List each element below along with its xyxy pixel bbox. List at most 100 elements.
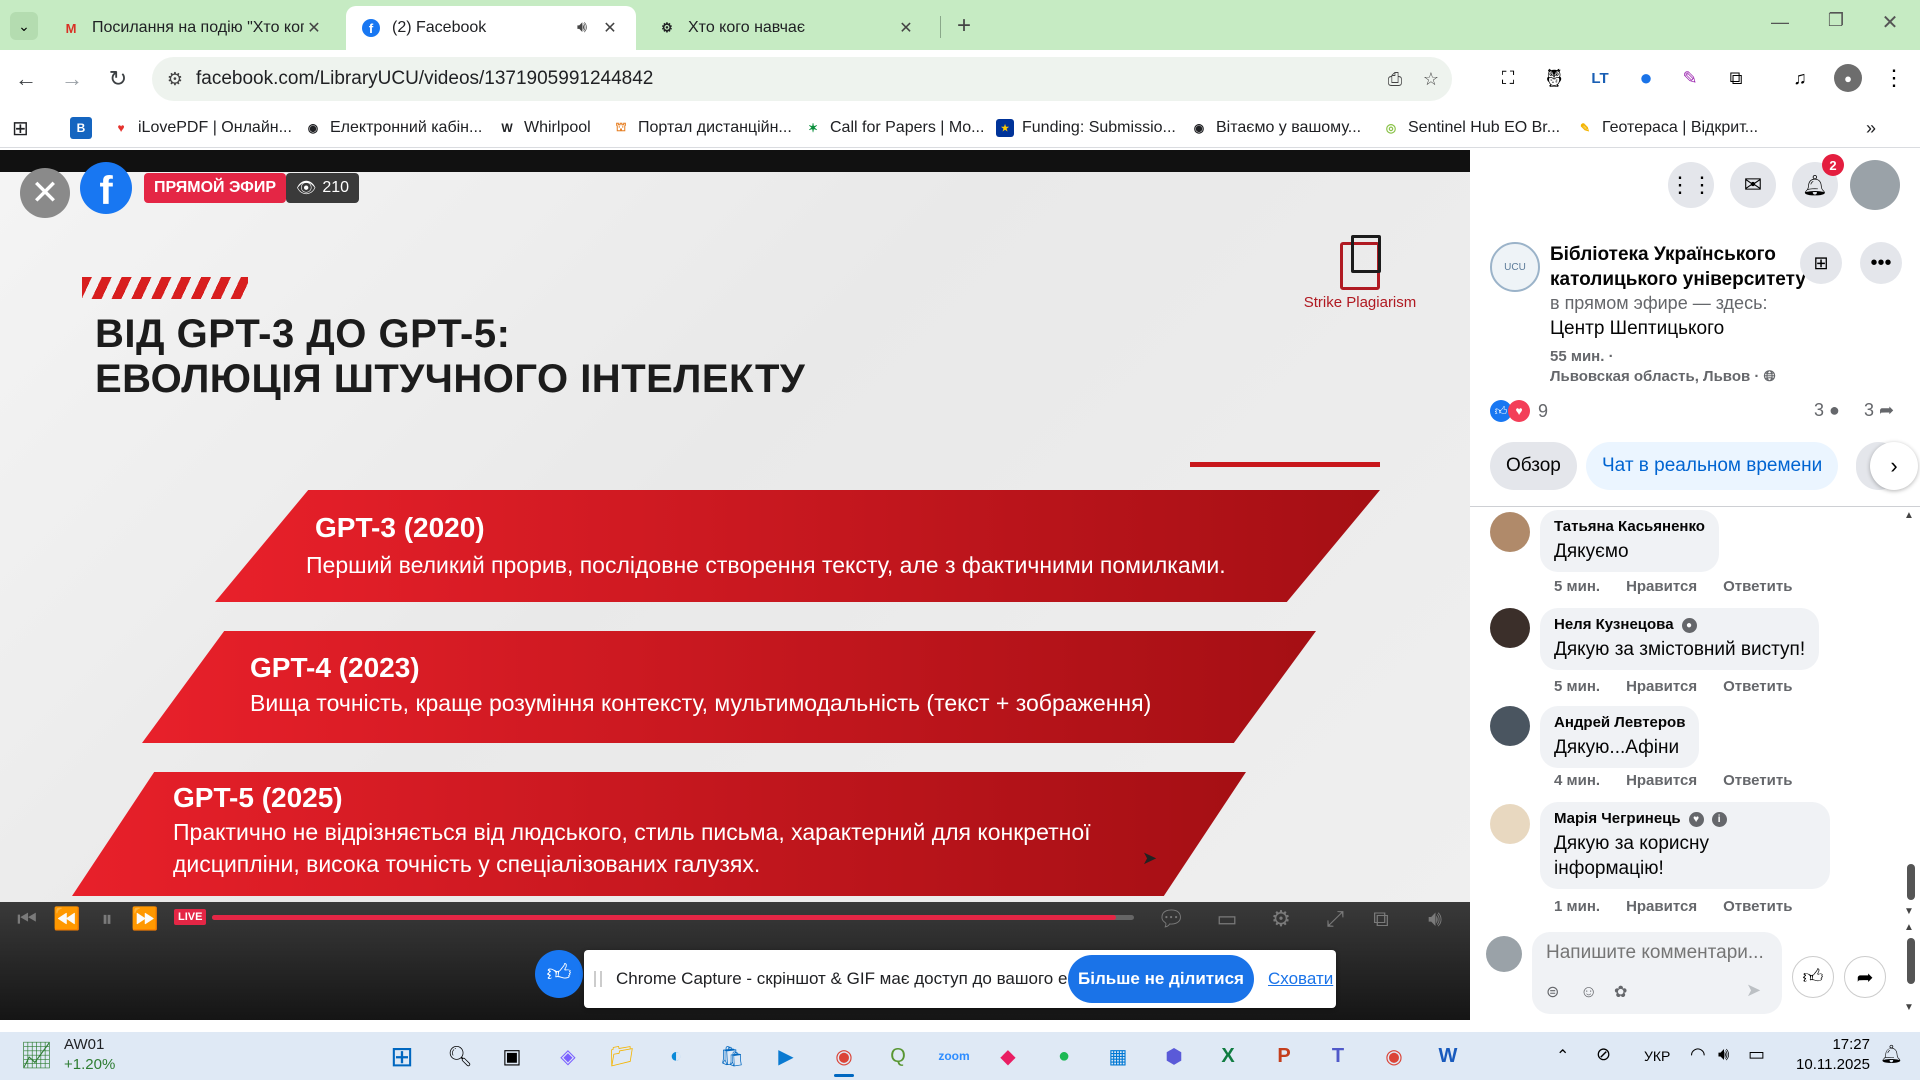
- comment-time[interactable]: 5 мин.: [1554, 678, 1600, 695]
- bookmark-ilovepdf[interactable]: ♥ iLovePDF | Онлайн...: [112, 115, 291, 141]
- wifi-icon[interactable]: ◠: [1690, 1044, 1706, 1065]
- tray-overflow-icon[interactable]: ⌃: [1556, 1046, 1569, 1066]
- reply-link[interactable]: Ответить: [1723, 898, 1792, 915]
- like-link[interactable]: Нравится: [1626, 772, 1697, 789]
- sticker-icon[interactable]: ✿: [1614, 982, 1627, 1002]
- reply-link[interactable]: Ответить: [1723, 772, 1792, 789]
- like-link[interactable]: Нравится: [1626, 898, 1697, 915]
- clips-icon[interactable]: ▭: [1212, 904, 1242, 934]
- qgis-icon[interactable]: Q: [880, 1038, 916, 1074]
- language-indicator[interactable]: УКР: [1644, 1048, 1670, 1064]
- volume-icon[interactable]: 🔊︎: [1420, 904, 1450, 934]
- chrome-profile-icon[interactable]: ◉: [1376, 1038, 1412, 1074]
- video-player[interactable]: Strike Plagiarism ВІД GPT-3 ДО GPT-5: ЕВ…: [0, 150, 1470, 1020]
- messenger-icon[interactable]: ✉: [1730, 162, 1776, 208]
- thumbs-up-icon[interactable]: 👍︎: [535, 950, 583, 998]
- comment-bubble-icon[interactable]: 💬︎: [1156, 904, 1186, 934]
- my-avatar[interactable]: [1486, 936, 1522, 972]
- video-editor-icon[interactable]: ▦: [1100, 1038, 1136, 1074]
- expand-icon[interactable]: ⤢: [1320, 904, 1350, 934]
- stop-sharing-button[interactable]: Більше не ділитися: [1068, 955, 1254, 1003]
- rewind-icon[interactable]: ⏪: [52, 904, 82, 934]
- bookmark-call-for-papers[interactable]: ✶ Call for Papers | Mo...: [804, 115, 984, 141]
- teams-icon[interactable]: T: [1320, 1038, 1356, 1074]
- facebook-logo[interactable]: f: [80, 162, 132, 214]
- excel-icon[interactable]: X: [1210, 1038, 1246, 1074]
- scroll-down-arrow-icon[interactable]: ▼: [1904, 1002, 1914, 1013]
- comment-author[interactable]: Марія Чегринець: [1554, 810, 1681, 827]
- emoji-icon[interactable]: ☺: [1580, 982, 1597, 1002]
- bookmark-funding[interactable]: ★ Funding: Submissio...: [996, 115, 1176, 141]
- stock-name[interactable]: AW01: [64, 1036, 104, 1053]
- more-bookmarks-icon[interactable]: »: [1866, 115, 1876, 141]
- close-icon[interactable]: ✕: [896, 18, 916, 38]
- page-avatar[interactable]: UCU: [1490, 242, 1540, 292]
- task-view-icon[interactable]: ▣: [494, 1038, 530, 1074]
- extension-owl-icon[interactable]: 🦉︎: [1540, 64, 1568, 92]
- reactions-row[interactable]: 👍︎ ♥ 9: [1490, 400, 1548, 422]
- search-icon[interactable]: 🔍︎: [442, 1038, 478, 1074]
- like-button[interactable]: 👍︎: [1792, 956, 1834, 998]
- comments-count[interactable]: 3 ●: [1814, 400, 1840, 421]
- avatar[interactable]: [1490, 706, 1530, 746]
- share-button[interactable]: ➦: [1844, 956, 1886, 998]
- pause-icon[interactable]: ⏸: [92, 904, 122, 934]
- avatar[interactable]: [1490, 512, 1530, 552]
- comment-author[interactable]: Неля Кузнецова: [1554, 616, 1674, 633]
- stock-chart-icon[interactable]: 📈︎: [20, 1040, 53, 1071]
- speaker-icon[interactable]: 🔊︎: [572, 19, 592, 37]
- extension-pen-icon[interactable]: ✎: [1676, 64, 1704, 92]
- comment-time[interactable]: 1 мин.: [1554, 898, 1600, 915]
- minimize-button[interactable]: —: [1760, 12, 1800, 36]
- spotify-icon[interactable]: ●: [1046, 1038, 1082, 1074]
- menu-grid-icon[interactable]: ⋮⋮: [1668, 162, 1714, 208]
- like-link[interactable]: Нравится: [1626, 578, 1697, 595]
- page-name[interactable]: Бібліотека Українського католицького уні…: [1550, 242, 1830, 292]
- apps-grid-icon[interactable]: ⊞: [12, 115, 29, 141]
- dslr-app-icon[interactable]: ◆: [990, 1038, 1026, 1074]
- comment-author[interactable]: Андрей Левтеров: [1554, 714, 1685, 731]
- extension-translate-icon[interactable]: LT: [1586, 64, 1614, 92]
- settings-gear-icon[interactable]: ⚙: [1266, 904, 1296, 934]
- gif-icon[interactable]: ⊜: [1546, 982, 1559, 1002]
- drag-handle[interactable]: [594, 971, 602, 987]
- reply-link[interactable]: Ответить: [1723, 678, 1792, 695]
- bookmark-b-icon[interactable]: B: [70, 115, 100, 141]
- tab-facebook[interactable]: f (2) Facebook 🔊︎ ✕: [346, 6, 636, 50]
- bookmark-whirlpool[interactable]: W Whirlpool: [498, 115, 590, 141]
- hide-link[interactable]: Сховати: [1268, 969, 1333, 989]
- close-video-button[interactable]: ✕: [20, 168, 70, 218]
- install-app-icon[interactable]: ⎙: [1382, 66, 1408, 92]
- bookmark-portal[interactable]: ⛫ Портал дистанційн...: [612, 115, 791, 141]
- reload-button[interactable]: ↻: [102, 63, 134, 95]
- scrollbar-thumb[interactable]: [1907, 938, 1915, 984]
- volume-icon[interactable]: 🔊︎: [1718, 1044, 1729, 1065]
- clock-date[interactable]: 10.11.2025: [1790, 1056, 1870, 1073]
- tab-gmail[interactable]: M Посилання на подію "Хто кого ✕: [46, 6, 340, 50]
- extension-circle-icon[interactable]: ●: [1632, 64, 1660, 92]
- bookmark-electronic-cabinet[interactable]: ◉ Електронний кабін...: [304, 115, 483, 141]
- close-icon[interactable]: ✕: [304, 18, 324, 38]
- maximize-button[interactable]: ❐: [1816, 10, 1856, 34]
- close-icon[interactable]: ✕: [600, 18, 620, 38]
- extensions-puzzle-icon[interactable]: ⧉: [1722, 64, 1750, 92]
- comment-time[interactable]: 4 мин.: [1554, 772, 1600, 789]
- shares-count[interactable]: 3 ➦: [1864, 400, 1894, 421]
- scroll-up-arrow-icon[interactable]: ▲: [1904, 510, 1914, 521]
- new-tab-button[interactable]: +: [950, 12, 978, 40]
- skip-back-icon[interactable]: ⏮: [12, 904, 42, 934]
- avatar[interactable]: [1490, 804, 1530, 844]
- app-hex-icon[interactable]: ⬢: [1156, 1038, 1192, 1074]
- profile-avatar-icon[interactable]: ●: [1834, 64, 1862, 92]
- avatar[interactable]: [1490, 608, 1530, 648]
- clock-time[interactable]: 17:27: [1810, 1036, 1870, 1053]
- tabs-next-chevron-icon[interactable]: ›: [1870, 442, 1918, 490]
- account-avatar[interactable]: [1850, 160, 1900, 210]
- file-explorer-icon[interactable]: 📁︎: [604, 1038, 640, 1074]
- battery-icon[interactable]: ▭: [1748, 1044, 1765, 1065]
- edge-icon[interactable]: ◐: [658, 1038, 694, 1074]
- store-icon[interactable]: 🛍︎: [714, 1038, 750, 1074]
- bookmark-sentinel[interactable]: ◎ Sentinel Hub EO Br...: [1382, 115, 1560, 141]
- save-button[interactable]: ⊞: [1800, 242, 1842, 284]
- fast-forward-icon[interactable]: ⏩: [130, 904, 160, 934]
